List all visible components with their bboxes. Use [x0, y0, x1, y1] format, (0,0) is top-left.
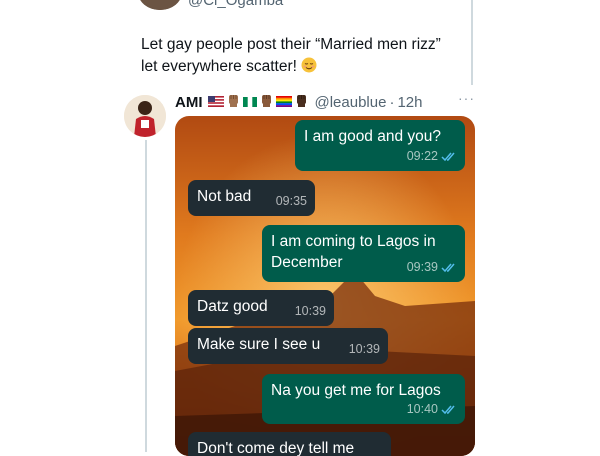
tweet-text: Let gay people post their “Married men r… [141, 34, 471, 78]
message-text: I am good and you? [304, 128, 442, 145]
tweet-text-line-2: let everywhere scatter! [141, 56, 471, 78]
message-time: 09:35 [275, 194, 307, 208]
chat-message-incoming[interactable]: Not bad 09:35 [188, 180, 315, 216]
vertical-divider [471, 0, 473, 85]
separator-dot: · [389, 93, 395, 111]
chat-message-outgoing[interactable]: Na you get me for Lagos 10:40 [262, 374, 465, 424]
thread-connector-line [145, 140, 147, 452]
reply-header: AMI @leaublue · 12h [175, 92, 422, 112]
tweet-text-line-2-text: let everywhere scatter! [141, 58, 297, 75]
raised-fist-icon [260, 93, 273, 111]
chat-message-outgoing[interactable]: I am coming to Lagos in December 09:39 [262, 225, 465, 282]
chat-message-incoming[interactable]: Make sure I see u 10:39 [188, 328, 388, 364]
raised-fist-icon [295, 93, 308, 111]
message-time: 10:40 [406, 402, 438, 416]
reply-timestamp[interactable]: 12h [397, 94, 422, 111]
read-receipt-icon [441, 152, 455, 162]
tweet-text-line-1: Let gay people post their “Married men r… [141, 36, 441, 53]
message-time: 10:39 [348, 342, 380, 356]
message-text-line-1: I am coming to Lagos in [271, 233, 436, 250]
nigeria-flag-icon [242, 94, 257, 111]
more-options-icon[interactable]: ··· [458, 90, 475, 106]
chat-message-incoming[interactable]: Don't come dey tell me [188, 432, 391, 456]
relieved-face-icon [301, 57, 317, 75]
read-receipt-icon [441, 405, 455, 415]
quoted-author-handle[interactable]: @Ci_Ogamba [188, 0, 283, 9]
message-time: 10:39 [294, 304, 326, 318]
chat-message-incoming[interactable]: Datz good 10:39 [188, 290, 334, 326]
us-flag-icon [207, 94, 224, 111]
message-text: Don't come dey tell me [197, 440, 355, 456]
chat-message-outgoing[interactable]: I am good and you? 09:22 [295, 120, 465, 171]
read-receipt-icon [441, 263, 455, 273]
reply-author-name[interactable]: AMI [175, 94, 203, 111]
rainbow-flag-icon [275, 94, 292, 111]
reply-author-handle[interactable]: @leaublue [315, 94, 387, 111]
reply-author-avatar[interactable] [124, 95, 166, 137]
message-text: Na you get me for Lagos [271, 382, 441, 399]
quoted-author-avatar[interactable] [138, 0, 182, 10]
message-time: 09:39 [406, 260, 438, 274]
raised-fist-icon [227, 93, 240, 111]
message-time: 09:22 [406, 149, 438, 163]
attached-chat-screenshot[interactable]: I am good and you? 09:22 Not bad 09:35 I… [175, 116, 475, 456]
